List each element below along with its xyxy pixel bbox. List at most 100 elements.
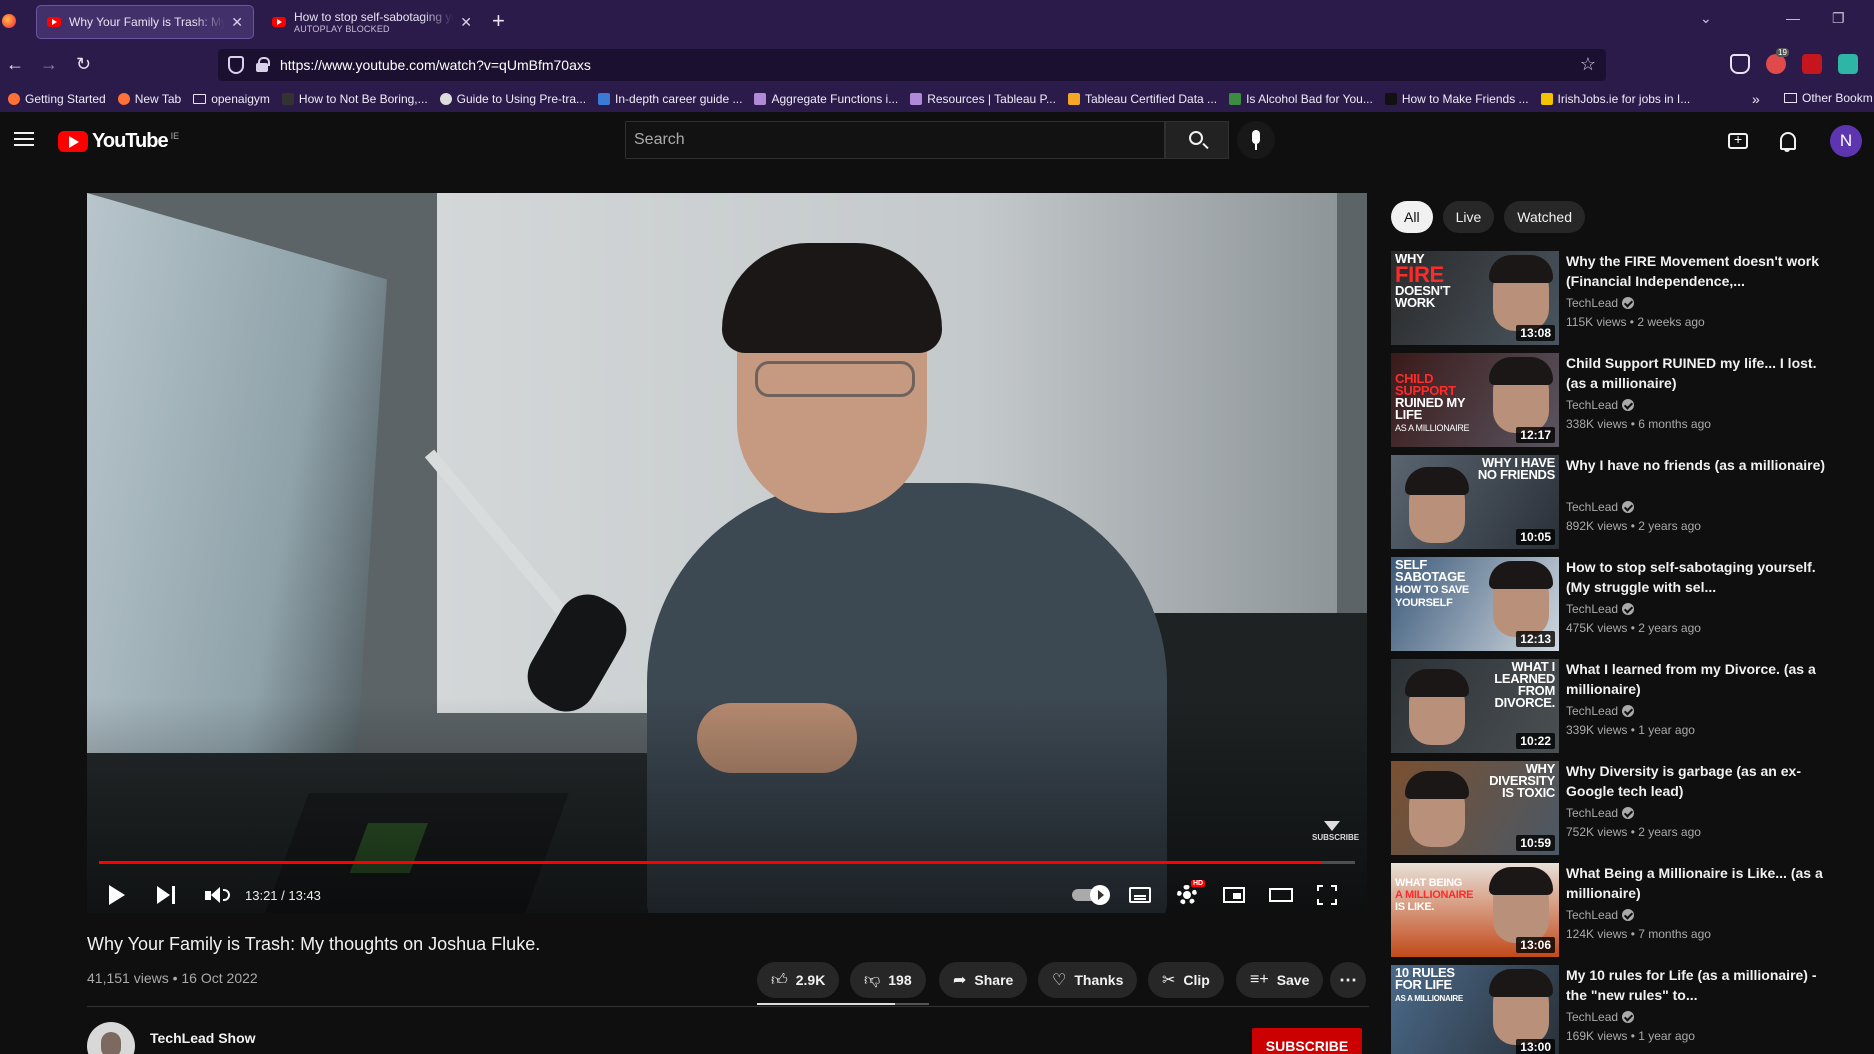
miniplayer-button[interactable] bbox=[1223, 877, 1245, 913]
list-tabs-icon[interactable]: ⌄ bbox=[1700, 10, 1712, 27]
reload-icon[interactable]: ↻ bbox=[76, 54, 91, 75]
video-thumbnail[interactable]: WHAT BEING A MILLIONAIRE IS LIKE. 13:06 bbox=[1391, 863, 1559, 957]
forward-icon[interactable]: → bbox=[40, 54, 58, 75]
chip-watched[interactable]: Watched bbox=[1504, 201, 1585, 233]
tab-autoplay-blocked[interactable]: How to stop self-sabotaging yo AUTOPLAY … bbox=[262, 5, 482, 39]
recommendation-channel[interactable]: TechLead bbox=[1566, 602, 1635, 616]
recommendation-item[interactable]: WHY DIVERSITY IS TOXIC 10:59 Why Diversity… bbox=[1391, 761, 1831, 855]
bookmark-item[interactable]: New Tab bbox=[117, 92, 181, 106]
bookmark-item[interactable]: Guide to Using Pre-tra... bbox=[439, 92, 586, 106]
share-button[interactable]: ➦ Share bbox=[939, 962, 1028, 998]
more-bookmarks-icon[interactable]: » bbox=[1752, 91, 1760, 107]
fullscreen-button[interactable] bbox=[1317, 877, 1337, 913]
mute-button[interactable] bbox=[205, 877, 230, 913]
save-button[interactable]: ≡+ Save bbox=[1236, 962, 1324, 998]
bookmark-star-icon[interactable]: ☆ bbox=[1580, 54, 1596, 75]
recommendation-channel[interactable]: TechLead bbox=[1566, 500, 1635, 514]
lock-icon[interactable] bbox=[256, 57, 270, 72]
restore-icon[interactable]: ❐ bbox=[1832, 10, 1845, 27]
recommendation-item[interactable]: WHY I HAVE NO FRIENDS 10:05 Why I have no… bbox=[1391, 455, 1831, 549]
video-thumbnail[interactable]: WHAT I LEARNED FROM DIVORCE. 10:22 bbox=[1391, 659, 1559, 753]
bookmark-item[interactable]: Tableau Certified Data ... bbox=[1067, 92, 1217, 106]
thanks-button[interactable]: ♡ Thanks bbox=[1038, 962, 1138, 998]
video-thumbnail[interactable]: WHY DIVERSITY IS TOXIC 10:59 bbox=[1391, 761, 1559, 855]
search-input[interactable] bbox=[626, 122, 1164, 158]
video-thumbnail[interactable]: 10 RULES FOR LIFE AS A MILLIONAIRE 13:00 bbox=[1391, 965, 1559, 1054]
save-extension-icon[interactable] bbox=[1838, 54, 1858, 74]
recommendation-title[interactable]: Why I have no friends (as a millionaire) bbox=[1566, 455, 1831, 475]
pocket-icon[interactable] bbox=[1730, 54, 1750, 74]
minimize-icon[interactable]: — bbox=[1786, 10, 1800, 26]
video-thumbnail[interactable]: WHY I HAVE NO FRIENDS 10:05 bbox=[1391, 455, 1559, 549]
bookmark-item[interactable]: IrishJobs.ie for jobs in I... bbox=[1540, 92, 1690, 106]
more-actions-button[interactable]: ⋯ bbox=[1330, 962, 1366, 998]
recommendation-item[interactable]: WHY FIRE DOESN'T WORK 13:08 Why the FIRE M… bbox=[1391, 251, 1831, 345]
bookmark-folder[interactable]: openaigym bbox=[193, 92, 270, 106]
recommendation-channel[interactable]: TechLead bbox=[1566, 806, 1635, 820]
recommendation-title[interactable]: Why Diversity is garbage (as an ex-Googl… bbox=[1566, 761, 1831, 801]
autoplay-toggle[interactable] bbox=[1072, 877, 1110, 913]
bookmark-item[interactable]: Resources | Tableau P... bbox=[910, 92, 1056, 106]
clip-button[interactable]: ✂ Clip bbox=[1148, 962, 1224, 998]
close-tab-icon[interactable]: ✕ bbox=[231, 14, 243, 31]
bookmark-item[interactable]: How to Make Friends ... bbox=[1384, 92, 1529, 106]
voice-search-button[interactable] bbox=[1237, 121, 1275, 159]
close-tab-icon[interactable]: ✕ bbox=[460, 14, 472, 31]
new-tab-button[interactable]: + bbox=[492, 8, 505, 34]
account-avatar[interactable]: N bbox=[1830, 125, 1862, 157]
video-views-date[interactable]: 41,151 views • 16 Oct 2022 bbox=[87, 970, 258, 986]
subscribe-watermark[interactable]: SUBSCRIBE bbox=[1312, 821, 1359, 842]
video-player[interactable]: SUBSCRIBE 13:21 / 13:43 HD bbox=[87, 193, 1367, 913]
bookmark-item[interactable]: Aggregate Functions i... bbox=[754, 92, 898, 106]
recommendation-title[interactable]: My 10 rules for Life (as a millionaire) … bbox=[1566, 965, 1831, 1005]
recommendation-channel[interactable]: TechLead bbox=[1566, 908, 1635, 922]
subscribe-button[interactable]: SUBSCRIBE bbox=[1252, 1028, 1362, 1054]
channel-avatar[interactable] bbox=[87, 1022, 135, 1054]
tab-current-video[interactable]: Why Your Family is Trash: My th ✕ bbox=[36, 5, 254, 39]
recommendation-item[interactable]: CHILD SUPPORT RUINED MY LIFE AS A MILLIONA… bbox=[1391, 353, 1831, 447]
recommendation-item[interactable]: WHAT BEING A MILLIONAIRE IS LIKE. 13:06 Wh… bbox=[1391, 863, 1831, 957]
chip-live[interactable]: Live bbox=[1442, 201, 1495, 233]
recommendation-channel[interactable]: TechLead bbox=[1566, 296, 1635, 310]
address-bar[interactable]: https://www.youtube.com/watch?v=qUmBfm70… bbox=[218, 49, 1606, 81]
url-text[interactable]: https://www.youtube.com/watch?v=qUmBfm70… bbox=[280, 57, 591, 73]
tracking-protection-shield-icon[interactable] bbox=[228, 56, 244, 74]
theater-mode-button[interactable] bbox=[1269, 877, 1293, 913]
next-video-button[interactable] bbox=[157, 877, 175, 913]
recommendation-title[interactable]: Why the FIRE Movement doesn't work (Fina… bbox=[1566, 251, 1831, 291]
create-video-icon[interactable] bbox=[1728, 131, 1748, 149]
youtube-extension-icon[interactable] bbox=[1802, 54, 1822, 74]
recommendation-item[interactable]: 10 RULES FOR LIFE AS A MILLIONAIRE 13:00 M… bbox=[1391, 965, 1831, 1054]
recommendation-item[interactable]: SELF SABOTAGE HOW TO SAVE YOURSELF 12:13 … bbox=[1391, 557, 1831, 651]
youtube-logo[interactable]: YouTube IE bbox=[58, 130, 179, 153]
recommendation-channel[interactable]: TechLead bbox=[1566, 704, 1635, 718]
recommendation-channel[interactable]: TechLead bbox=[1566, 1010, 1635, 1024]
extension-icon[interactable]: 19 bbox=[1766, 48, 1789, 74]
recommendation-title[interactable]: How to stop self-sabotaging yourself. (M… bbox=[1566, 557, 1831, 597]
recommendation-title[interactable]: What I learned from my Divorce. (as a mi… bbox=[1566, 659, 1831, 699]
channel-name[interactable]: TechLead Show bbox=[150, 1030, 256, 1046]
progress-bar[interactable] bbox=[99, 861, 1355, 864]
dislike-button[interactable]: 👎︎ 198 bbox=[850, 962, 926, 998]
play-button[interactable] bbox=[109, 877, 133, 913]
recommendation-title[interactable]: Child Support RUINED my life... I lost. … bbox=[1566, 353, 1831, 393]
other-bookmarks-folder[interactable]: Other Bookm bbox=[1784, 91, 1873, 105]
bookmark-item[interactable]: Getting Started bbox=[8, 92, 106, 106]
video-thumbnail[interactable]: CHILD SUPPORT RUINED MY LIFE AS A MILLIONA… bbox=[1391, 353, 1559, 447]
bookmark-item[interactable]: In-depth career guide ... bbox=[598, 92, 742, 106]
like-button[interactable]: 👍︎ 2.9K bbox=[757, 962, 840, 998]
bookmark-item[interactable]: How to Not Be Boring,... bbox=[281, 92, 428, 106]
recommendation-channel[interactable]: TechLead bbox=[1566, 398, 1635, 412]
chip-all[interactable]: All bbox=[1391, 201, 1433, 233]
menu-icon[interactable] bbox=[14, 132, 34, 146]
settings-button[interactable]: HD bbox=[1177, 877, 1206, 913]
subtitles-button[interactable] bbox=[1129, 877, 1151, 913]
search-button[interactable] bbox=[1165, 121, 1229, 159]
video-thumbnail[interactable]: WHY FIRE DOESN'T WORK 13:08 bbox=[1391, 251, 1559, 345]
back-icon[interactable]: ← bbox=[6, 54, 24, 75]
video-thumbnail[interactable]: SELF SABOTAGE HOW TO SAVE YOURSELF 12:13 bbox=[1391, 557, 1559, 651]
recommendation-item[interactable]: WHAT I LEARNED FROM DIVORCE. 10:22 What I … bbox=[1391, 659, 1831, 753]
notifications-bell-icon[interactable] bbox=[1777, 130, 1799, 152]
bookmark-item[interactable]: Is Alcohol Bad for You... bbox=[1229, 92, 1373, 106]
recommendation-title[interactable]: What Being a Millionaire is Like... (as … bbox=[1566, 863, 1831, 903]
